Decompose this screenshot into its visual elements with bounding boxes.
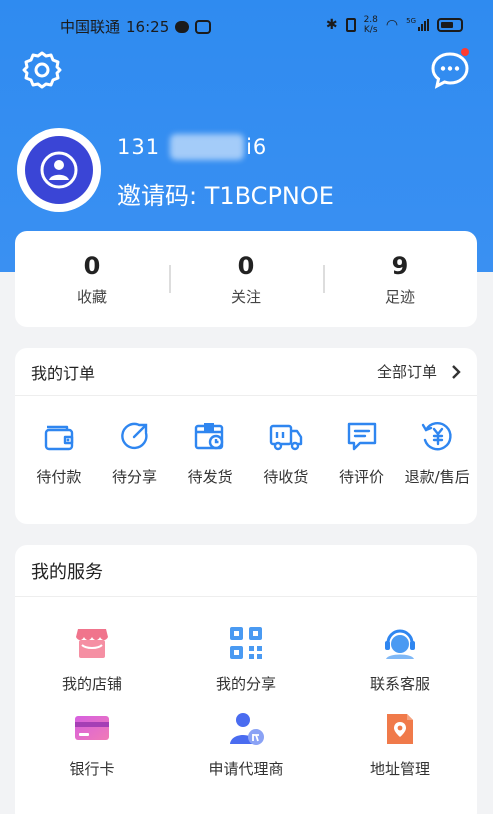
stat-label: 关注	[230, 287, 261, 306]
service-label: 我的店铺	[61, 675, 122, 693]
net-speed-value: 2.8	[363, 15, 378, 25]
stat-label: 足迹	[384, 287, 415, 306]
stat-value: 0	[83, 251, 101, 280]
customer-service-icon	[385, 629, 415, 659]
stat-label: 收藏	[76, 287, 107, 306]
service-customer-support[interactable]: 联系客服	[323, 623, 477, 694]
stats-card: 0 收藏 0 关注 9 足迹	[15, 231, 477, 327]
truck-icon	[269, 424, 303, 451]
signal-icon	[418, 19, 429, 31]
service-label: 银行卡	[69, 760, 115, 778]
services-grid: 我的店铺 我的分享 联系客服 银行卡 申请代理商 地址管理	[15, 597, 477, 779]
status-right: ✱ 2.8 K/s ◠ 5G	[326, 15, 463, 35]
chat-bubble-icon	[431, 52, 469, 89]
order-item-label: 退款/售后	[404, 468, 470, 486]
service-my-share[interactable]: 我的分享	[169, 623, 323, 694]
order-pending-payment[interactable]: 待付款	[21, 418, 97, 487]
wifi-icon: ◠	[385, 17, 399, 33]
avatar[interactable]	[17, 128, 101, 212]
qr-code-icon	[230, 627, 262, 659]
store-icon	[76, 629, 108, 658]
stat-value: 9	[391, 251, 409, 280]
service-my-store[interactable]: 我的店铺	[15, 623, 169, 694]
phone-mask	[170, 134, 245, 160]
signal-badge: 5G	[406, 17, 416, 25]
comment-icon	[347, 422, 376, 451]
stat-favorites[interactable]: 0 收藏	[15, 231, 169, 327]
order-item-label: 待分享	[112, 468, 158, 486]
package-clock-icon	[194, 423, 224, 450]
invite-code: 邀请码: T1BCPNOE	[117, 182, 334, 210]
stat-value: 0	[237, 251, 255, 280]
stat-history[interactable]: 9 足迹	[323, 231, 477, 327]
user-icon	[40, 151, 78, 189]
orders-title: 我的订单	[31, 363, 96, 383]
service-label: 地址管理	[369, 760, 430, 778]
services-card: 我的服务 我的店铺 我的分享 联系客服 银行卡 申请代理商 地址管理	[15, 545, 477, 814]
bank-card-icon	[75, 716, 109, 740]
services-header: 我的服务	[15, 545, 477, 597]
message-notification-icon	[175, 20, 190, 33]
share-arrow-icon	[120, 422, 148, 450]
orders-header: 我的订单 全部订单	[15, 348, 477, 396]
phone-suffix: i6	[246, 135, 268, 159]
address-pin-icon	[387, 714, 413, 744]
order-item-label: 待付款	[36, 468, 82, 486]
messages-button[interactable]	[430, 48, 470, 90]
settings-button[interactable]	[22, 50, 62, 90]
net-speed-unit: K/s	[363, 25, 378, 35]
order-item-label: 待评价	[339, 468, 385, 486]
service-label: 申请代理商	[208, 760, 284, 778]
notification-dot	[461, 48, 469, 56]
services-title: 我的服务	[31, 561, 103, 583]
service-label: 我的分享	[215, 675, 276, 693]
net-speed: 2.8 K/s	[364, 15, 378, 35]
all-orders-link[interactable]: 全部订单	[377, 361, 461, 382]
service-apply-agent[interactable]: 申请代理商	[169, 708, 323, 779]
order-pending-review[interactable]: 待评价	[324, 418, 400, 487]
order-refund-aftersale[interactable]: 退款/售后	[399, 418, 475, 487]
phone-prefix: 131	[117, 135, 161, 159]
vibrate-icon	[345, 18, 356, 32]
stat-following[interactable]: 0 关注	[169, 231, 323, 327]
bluetooth-icon: ✱	[325, 17, 338, 33]
app-notification-icon	[195, 19, 212, 34]
wallet-icon	[44, 425, 74, 451]
battery-icon	[437, 18, 463, 32]
order-pending-share[interactable]: 待分享	[97, 418, 173, 487]
gear-icon	[22, 51, 62, 89]
chevron-right-icon	[452, 364, 461, 379]
order-status-row: 待付款 待分享 待发货 待收货 待评价 退款/售后	[15, 396, 477, 487]
refund-yen-icon	[421, 422, 452, 451]
service-label: 联系客服	[369, 675, 430, 693]
order-pending-shipment[interactable]: 待发货	[172, 418, 248, 487]
order-pending-receipt[interactable]: 待收货	[248, 418, 324, 487]
all-orders-label: 全部订单	[376, 363, 437, 381]
clock: 16:25	[126, 17, 170, 36]
service-address-management[interactable]: 地址管理	[323, 708, 477, 779]
carrier-name: 中国联通	[60, 18, 121, 36]
status-bar: 中国联通 16:25 ✱ 2.8 K/s ◠ 5G	[0, 12, 493, 40]
orders-card: 我的订单 全部订单 待付款 待分享 待发货 待收货 待评价 退款/售后	[15, 348, 477, 524]
order-item-label: 待发货	[187, 468, 233, 486]
status-left: 中国联通 16:25	[60, 16, 212, 37]
agent-icon	[230, 713, 264, 745]
phone-number: 131 i6	[117, 134, 267, 160]
order-item-label: 待收货	[263, 468, 309, 486]
service-bank-card[interactable]: 银行卡	[15, 708, 169, 779]
